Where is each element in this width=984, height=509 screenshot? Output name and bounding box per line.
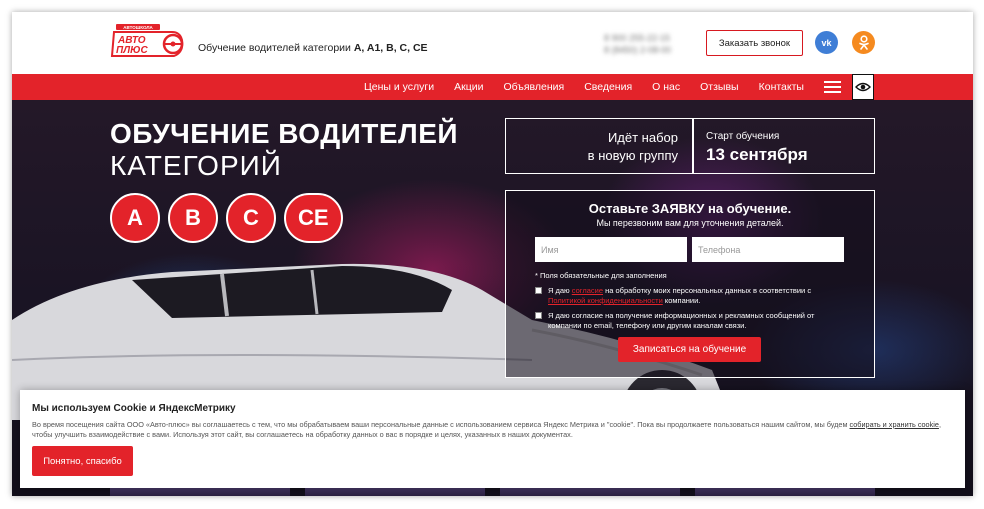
hero-title-line2: КАТЕГОРИЙ — [110, 150, 282, 181]
cookie-text-a: Во время посещения сайта ООО «Авто-плюс»… — [32, 420, 850, 429]
phone-2[interactable]: 8 (8450) 2-08-00 — [604, 44, 671, 56]
submit-button[interactable]: Записаться на обучение — [618, 337, 761, 362]
nav-item-prices[interactable]: Цены и услуги — [364, 81, 434, 93]
autoplus-logo[interactable]: АВТОШКОЛА АВТО ПЛЮС — [110, 24, 188, 60]
start-info: Старт обучения 13 сентября — [706, 131, 808, 165]
consent1-text-b: на обработку моих персональных данных в … — [603, 286, 812, 295]
vk-icon-label: vk — [821, 37, 832, 48]
cookie-title: Мы используем Cookie и ЯндексМетрику — [32, 403, 236, 414]
consent-link[interactable]: согласие — [572, 286, 603, 295]
nav-items: Цены и услуги Акции Объявления Сведения … — [364, 74, 824, 100]
form-subtitle: Мы перезвоним вам для уточнения деталей. — [596, 218, 784, 228]
eye-icon[interactable] — [852, 74, 874, 100]
main-nav: Цены и услуги Акции Объявления Сведения … — [12, 74, 973, 100]
required-note: * Поля обязательные для заполнения — [535, 271, 667, 280]
consent-personal-data: Я даю согласие на обработку моих персона… — [535, 286, 835, 306]
start-date: 13 сентября — [706, 145, 808, 164]
nav-item-about[interactable]: О нас — [652, 81, 680, 93]
odnoklassniki-icon[interactable] — [852, 31, 875, 54]
cookie-accept-button[interactable]: Понятно, спасибо — [32, 446, 133, 476]
category-badge-b[interactable]: B — [168, 193, 218, 243]
hero-title: ОБУЧЕНИЕ ВОДИТЕЛЕЙ КАТЕГОРИЙ — [110, 118, 458, 182]
consent-marketing: Я даю согласие на получение информационн… — [535, 311, 835, 331]
tagline-text: Обучение водителей категории — [198, 42, 351, 54]
consent-marketing-checkbox[interactable] — [535, 312, 542, 319]
consent1-text-c: компании. — [662, 296, 701, 305]
application-form: Оставьте ЗАЯВКУ на обучение. Мы перезвон… — [505, 190, 875, 378]
header-tagline: Обучение водителей категории A, A1, B, C… — [198, 42, 428, 54]
category-badge-ce[interactable]: CE — [284, 193, 343, 243]
nav-item-promotions[interactable]: Акции — [454, 81, 483, 93]
start-label: Старт обучения — [706, 131, 780, 142]
cookie-banner: Мы используем Cookie и ЯндексМетрику Во … — [20, 390, 965, 488]
nav-item-info[interactable]: Сведения — [584, 81, 632, 93]
header-phones[interactable]: 8 900 255-22-15 8 (8450) 2-08-00 — [604, 32, 671, 56]
svg-text:ПЛЮС: ПЛЮС — [116, 45, 148, 56]
cookie-text: Во время посещения сайта ООО «Авто-плюс»… — [32, 420, 957, 440]
vk-icon[interactable]: vk — [815, 31, 838, 54]
logo-school-text: АВТОШКОЛА — [123, 25, 153, 30]
browser-viewport: АВТОШКОЛА АВТО ПЛЮС Обучение водителей к… — [12, 12, 973, 496]
site-header: АВТОШКОЛА АВТО ПЛЮС Обучение водителей к… — [12, 12, 973, 74]
category-badge-c[interactable]: C — [226, 193, 276, 243]
phone-1[interactable]: 8 900 255-22-15 — [604, 32, 671, 44]
nav-item-reviews[interactable]: Отзывы — [700, 81, 738, 93]
nav-item-contacts[interactable]: Контакты — [759, 81, 804, 93]
form-title: Оставьте ЗАЯВКУ на обучение. — [588, 201, 792, 216]
hamburger-icon[interactable] — [824, 81, 841, 93]
phone-input[interactable]: Телефона — [692, 237, 844, 262]
recruit-line2: в новую группу — [587, 148, 678, 163]
hero-title-line1: ОБУЧЕНИЕ ВОДИТЕЛЕЙ — [110, 118, 459, 149]
consent1-text-a: Я даю — [548, 286, 572, 295]
name-input[interactable]: Имя — [535, 237, 687, 262]
order-call-button[interactable]: Заказать звонок — [706, 30, 803, 56]
category-badges: A B C CE — [110, 193, 351, 243]
tagline-categories: A, A1, B, C, CE — [353, 42, 428, 54]
info-divider — [692, 119, 694, 173]
recruit-line1: Идёт набор — [607, 130, 678, 145]
recruit-text: Идёт набор в новую группу — [506, 119, 692, 173]
nav-item-announcements[interactable]: Объявления — [503, 81, 564, 93]
consent-personal-data-checkbox[interactable] — [535, 287, 542, 294]
privacy-policy-link[interactable]: Политикой конфиденциальности — [548, 296, 663, 305]
consent2-text: Я даю согласие на получение информационн… — [548, 311, 815, 330]
enrollment-info-box: Идёт набор в новую группу Старт обучения… — [505, 118, 875, 174]
cookie-link[interactable]: собирать и хранить cookie — [850, 420, 939, 429]
category-badge-a[interactable]: A — [110, 193, 160, 243]
